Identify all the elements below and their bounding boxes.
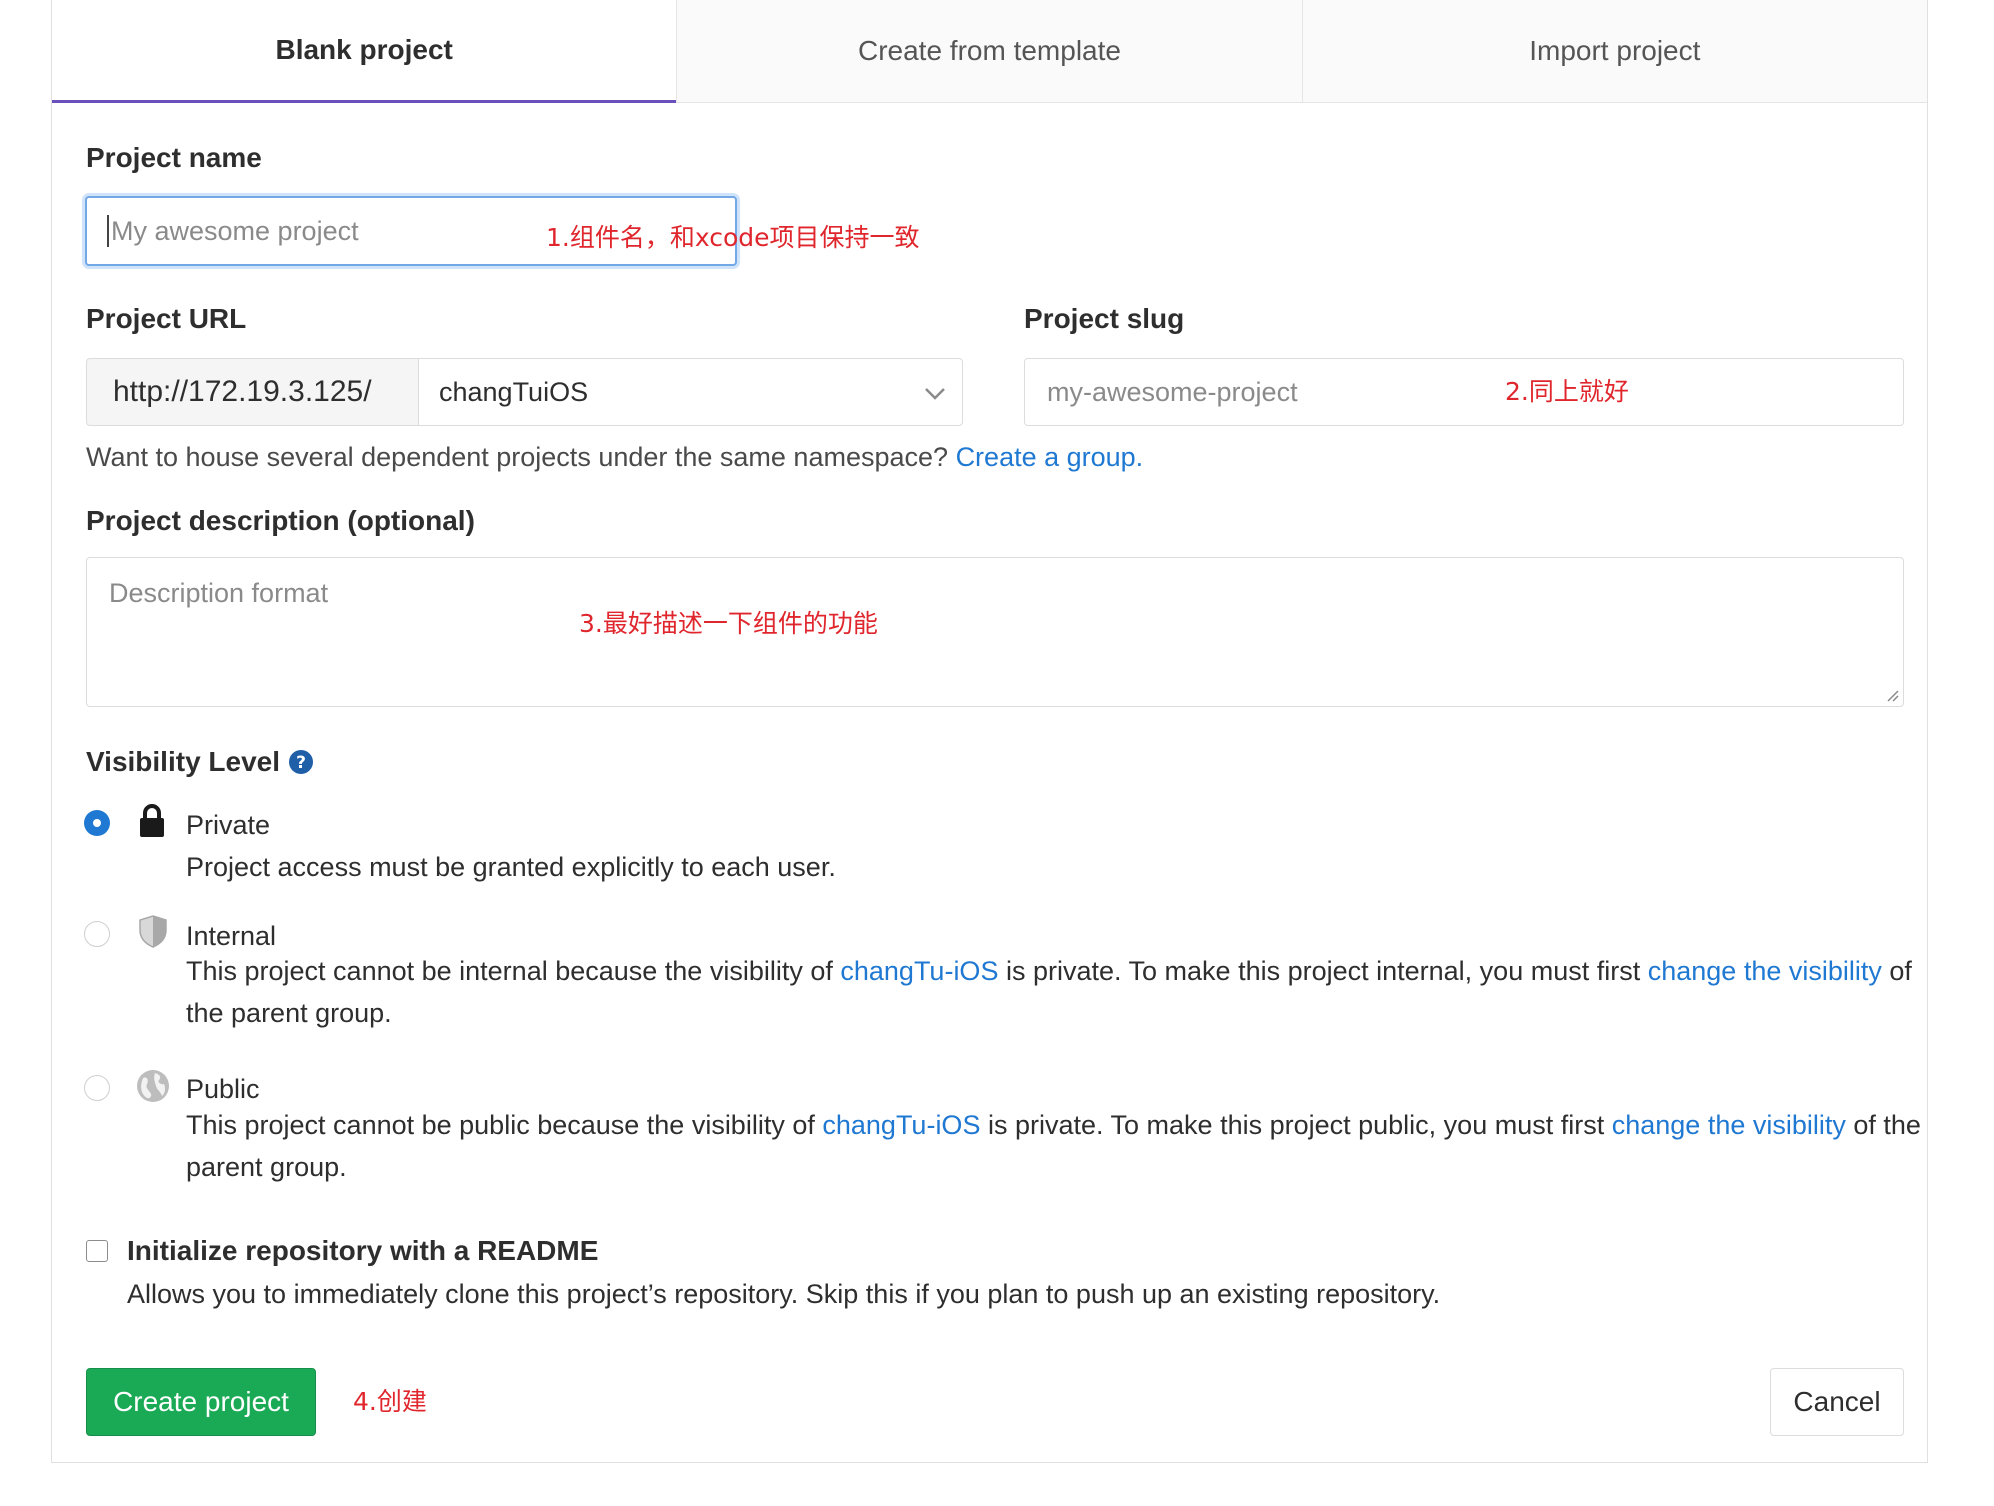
internal-change-visibility-link[interactable]: change the visibility	[1648, 956, 1882, 986]
create-group-link[interactable]: Create a group.	[956, 442, 1144, 472]
text-caret	[107, 215, 109, 247]
internal-group-link[interactable]: changTu-iOS	[840, 956, 998, 986]
visibility-level-text: Visibility Level	[86, 746, 281, 777]
project-name-annotation: 1.组件名，和xcode项目保持一致	[546, 223, 920, 252]
project-slug-placeholder: my-awesome-project	[1047, 376, 1298, 407]
create-project-button[interactable]: Create project	[86, 1368, 316, 1436]
project-name-placeholder: My awesome project	[111, 215, 359, 246]
readme-label[interactable]: Initialize repository with a README	[127, 1235, 598, 1267]
internal-desc-middle: is private. To make this project interna…	[1005, 956, 1641, 986]
project-name-label: Project name	[86, 142, 262, 173]
tab-blank-project[interactable]: Blank project	[52, 0, 677, 103]
group-hint-text: Want to house several dependent projects…	[86, 442, 949, 472]
description-annotation: 3.最好描述一下组件的功能	[579, 609, 878, 638]
chevron-down-icon	[925, 388, 945, 400]
project-slug-annotation: 2.同上就好	[1505, 377, 1629, 406]
lock-icon	[140, 804, 164, 837]
visibility-public-radio[interactable]	[84, 1075, 110, 1101]
readme-checkbox[interactable]	[86, 1240, 108, 1262]
namespace-value: changTuiOS	[439, 376, 589, 407]
visibility-private-desc: Project access must be granted explicitl…	[186, 852, 836, 882]
shield-icon	[139, 915, 167, 948]
project-description-textarea[interactable]: Description format	[86, 557, 1904, 707]
description-placeholder: Description format	[109, 578, 329, 608]
tab-create-from-template[interactable]: Create from template	[676, 0, 1302, 103]
internal-desc-text: This project cannot be internal because …	[186, 956, 833, 986]
cancel-button[interactable]: Cancel	[1770, 1368, 1904, 1436]
tab-import-project[interactable]: Import project	[1301, 0, 1927, 103]
project-slug-label: Project slug	[1024, 303, 1185, 334]
visibility-public-desc: This project cannot be public because th…	[186, 1104, 1926, 1188]
question-circle-icon[interactable]: ?	[288, 749, 314, 775]
project-url-label: Project URL	[86, 303, 247, 334]
new-project-panel: Blank project Create from template Impor…	[51, 0, 1928, 1463]
create-annotation: 4.创建	[353, 1387, 427, 1416]
public-group-link[interactable]: changTu-iOS	[822, 1110, 980, 1140]
project-slug-input[interactable]: my-awesome-project	[1024, 358, 1904, 426]
visibility-public-title: Public	[186, 1074, 260, 1104]
readme-desc: Allows you to immediately clone this pro…	[127, 1279, 1441, 1309]
visibility-internal-title: Internal	[186, 921, 277, 951]
group-hint: Want to house several dependent projects…	[86, 442, 1143, 473]
resize-handle-icon[interactable]	[1883, 686, 1899, 702]
public-change-visibility-link[interactable]: change the visibility	[1612, 1110, 1846, 1140]
public-desc-middle: is private. To make this project public,…	[987, 1110, 1605, 1140]
visibility-internal-desc: This project cannot be internal because …	[186, 950, 1926, 1034]
project-url-prefix: http://172.19.3.125/	[86, 358, 418, 426]
visibility-internal-radio[interactable]	[84, 921, 110, 947]
svg-text:?: ?	[296, 753, 306, 773]
globe-icon	[137, 1070, 169, 1102]
project-tabs: Blank project Create from template Impor…	[52, 0, 1927, 103]
visibility-private-radio[interactable]	[84, 810, 110, 836]
public-desc-text: This project cannot be public because th…	[186, 1110, 815, 1140]
visibility-level-label: Visibility Level ?	[86, 746, 314, 778]
visibility-private-title: Private	[186, 810, 271, 840]
project-description-label: Project description (optional)	[86, 505, 475, 536]
namespace-select[interactable]: changTuiOS	[418, 358, 963, 426]
